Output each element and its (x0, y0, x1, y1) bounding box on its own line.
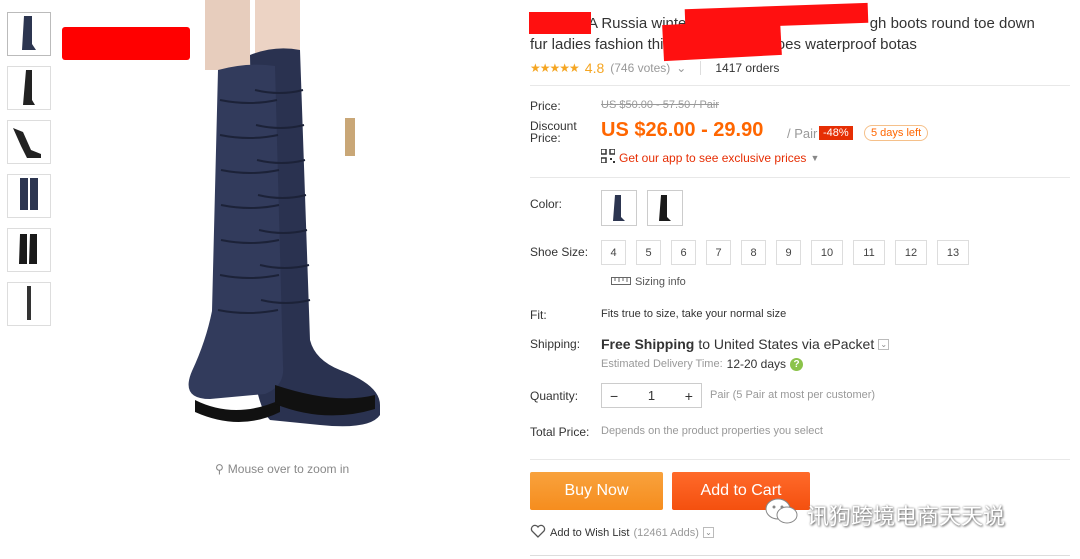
thumbnail-6[interactable] (7, 282, 51, 326)
divider (530, 177, 1070, 178)
rating-row: ★★★★★ 4.8 (746 votes) ⌄ 1417 orders (530, 60, 780, 76)
quantity-label: Quantity: (530, 389, 579, 403)
size-option[interactable]: 11 (853, 240, 885, 265)
total-price-label: Total Price: (530, 425, 590, 439)
discount-price: US $26.00 - 29.90 (601, 119, 764, 141)
size-option[interactable]: 5 (636, 240, 661, 265)
watermark: 讯狗跨境电商天天说 (765, 497, 1005, 533)
color-option-navy[interactable] (601, 190, 637, 226)
total-price-note: Depends on the product properties you se… (601, 425, 823, 437)
discount-badge: -48% (819, 126, 853, 140)
color-option-black[interactable] (647, 190, 683, 226)
size-label: Shoe Size: (530, 245, 589, 259)
divider (530, 555, 1070, 556)
ruler-icon (611, 276, 631, 288)
color-label: Color: (530, 197, 563, 211)
quantity-decrease-button[interactable]: − (610, 388, 618, 404)
quantity-value[interactable]: 1 (648, 388, 655, 403)
heart-icon (530, 524, 546, 541)
divider (530, 85, 1070, 86)
redaction-3 (662, 18, 782, 62)
app-exclusive-link[interactable]: Get our app to see exclusive prices ▼ (600, 148, 820, 166)
quantity-stepper: − 1 + (601, 383, 702, 408)
thumbnail-4[interactable] (7, 174, 51, 218)
size-option[interactable]: 13 (937, 240, 969, 265)
price-unit: / Pair (787, 126, 818, 141)
size-option[interactable]: 7 (706, 240, 731, 265)
size-options: 4 5 6 7 8 9 10 11 12 13 (601, 240, 969, 265)
wish-dropdown-icon[interactable]: ⌄ (702, 527, 714, 538)
size-option[interactable]: 6 (671, 240, 696, 265)
magnifier-icon: ⚲ (215, 462, 224, 476)
buy-now-button[interactable]: Buy Now (530, 472, 663, 510)
chevron-down-icon[interactable]: ⌄ (676, 61, 686, 75)
redacted-logo (62, 27, 190, 60)
size-option[interactable]: 8 (741, 240, 766, 265)
original-price: US $50.00 - 57.50 / Pair (601, 99, 720, 111)
sizing-info-link[interactable]: Sizing info (611, 276, 686, 288)
caret-down-icon: ▼ (810, 152, 820, 163)
thumbnail-list (7, 12, 53, 336)
qr-code-icon (600, 148, 616, 166)
discount-label: Discount Price: (530, 119, 577, 145)
days-left-badge: 5 days left (864, 125, 929, 141)
quantity-note: Pair (5 Pair at most per customer) (710, 389, 876, 401)
shipping-label: Shipping: (530, 337, 581, 351)
redaction-1 (529, 12, 591, 34)
shipping-dropdown-icon[interactable]: ⌄ (878, 338, 890, 350)
thumbnail-1[interactable] (7, 12, 51, 56)
star-rating-icon: ★★★★★ (530, 61, 580, 75)
shipping-method: Free Shipping to United States via ePack… (601, 336, 890, 352)
wish-list-link[interactable]: Add to Wish List (12461 Adds) ⌄ (530, 524, 714, 541)
wechat-icon (765, 497, 799, 533)
size-option[interactable]: 10 (811, 240, 843, 265)
quantity-increase-button[interactable]: + (685, 388, 693, 404)
price-label: Price: (530, 99, 561, 113)
size-option[interactable]: 4 (601, 240, 626, 265)
votes-link[interactable]: (746 votes) (610, 61, 670, 75)
product-main-image[interactable] (60, 0, 510, 460)
zoom-hint: ⚲ Mouse over to zoom in (215, 462, 350, 476)
fit-label: Fit: (530, 308, 547, 322)
help-icon[interactable]: ? (790, 357, 804, 371)
fit-text: Fits true to size, take your normal size (601, 308, 787, 320)
divider (530, 459, 1070, 460)
thumbnail-5[interactable] (7, 228, 51, 272)
orders-count: 1417 orders (715, 61, 780, 75)
product-detail-panel: A Russia winter gh boots round toe down … (511, 0, 1080, 559)
delivery-time: Estimated Delivery Time: 12-20 days ? (601, 357, 804, 371)
thumbnail-2[interactable] (7, 66, 51, 110)
thumbnail-3[interactable] (7, 120, 51, 164)
size-option[interactable]: 9 (776, 240, 801, 265)
separator (700, 61, 702, 75)
size-option[interactable]: 12 (895, 240, 927, 265)
color-options (601, 190, 683, 226)
